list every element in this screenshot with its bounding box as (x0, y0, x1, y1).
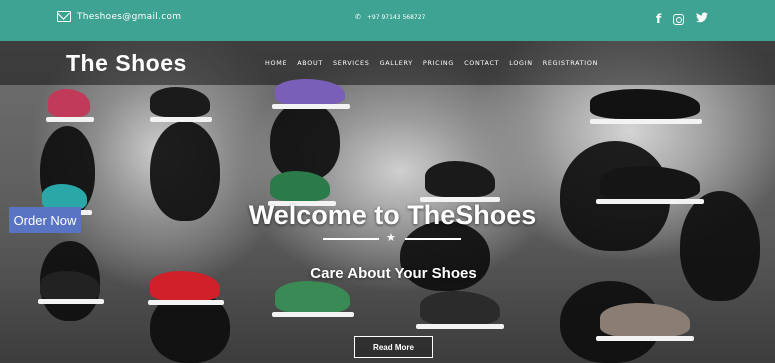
shoe-sole (416, 324, 504, 329)
shoe-image (275, 281, 350, 313)
shoe-image (425, 161, 495, 197)
nav-pricing[interactable]: PRICING (423, 59, 454, 67)
shoe-sole (272, 312, 354, 317)
main-nav: HOME ABOUT SERVICES GALLERY PRICING CONT… (265, 59, 598, 67)
phone-icon: ✆ (355, 14, 361, 21)
shoe-sole (272, 104, 350, 109)
shoe-image (420, 291, 500, 325)
shoe-sole (590, 119, 702, 124)
nav-gallery[interactable]: GALLERY (380, 59, 413, 67)
social-links: f (656, 10, 709, 28)
email-text: Theshoes@gmail.com (77, 11, 182, 22)
read-more-button[interactable]: Read More (354, 336, 433, 358)
shoe-image (150, 87, 210, 117)
shelf-shadow (270, 101, 340, 181)
divider-line-right (405, 238, 461, 240)
hero-subtitle: Care About Your Shoes (310, 265, 477, 282)
title-divider: ★ (323, 232, 463, 244)
contact-email[interactable]: Theshoes@gmail.com (57, 11, 181, 22)
shoe-sole (38, 299, 104, 304)
contact-phone[interactable]: ✆ +97 97143 568727 (355, 13, 426, 22)
phone-text: +97 97143 568727 (366, 13, 426, 21)
facebook-icon[interactable]: f (656, 12, 661, 26)
shoe-image (600, 303, 690, 337)
shoe-image (275, 79, 345, 105)
shoe-sole (148, 300, 224, 305)
shoe-image (590, 89, 700, 119)
instagram-icon[interactable] (673, 13, 685, 25)
nav-login[interactable]: LOGIN (509, 59, 532, 67)
shoe-sole (46, 117, 94, 122)
nav-contact[interactable]: CONTACT (464, 59, 499, 67)
mail-icon (57, 11, 71, 22)
nav-registration[interactable]: REGISTRATION (543, 59, 598, 67)
shoe-sole (596, 336, 694, 341)
hero-title: Welcome to TheShoes (248, 200, 537, 230)
site-logo[interactable]: The Shoes (66, 50, 187, 77)
shoe-image (600, 166, 700, 200)
shoe-image (48, 89, 90, 117)
nav-home[interactable]: HOME (265, 59, 287, 67)
star-icon: ★ (386, 232, 396, 244)
divider-line-left (323, 238, 379, 240)
nav-about[interactable]: ABOUT (297, 59, 323, 67)
shoe-sole (150, 117, 212, 122)
nav-services[interactable]: SERVICES (333, 59, 370, 67)
top-info-bar: Theshoes@gmail.com ✆ +97 97143 568727 f (0, 0, 775, 41)
twitter-icon[interactable] (696, 10, 709, 28)
